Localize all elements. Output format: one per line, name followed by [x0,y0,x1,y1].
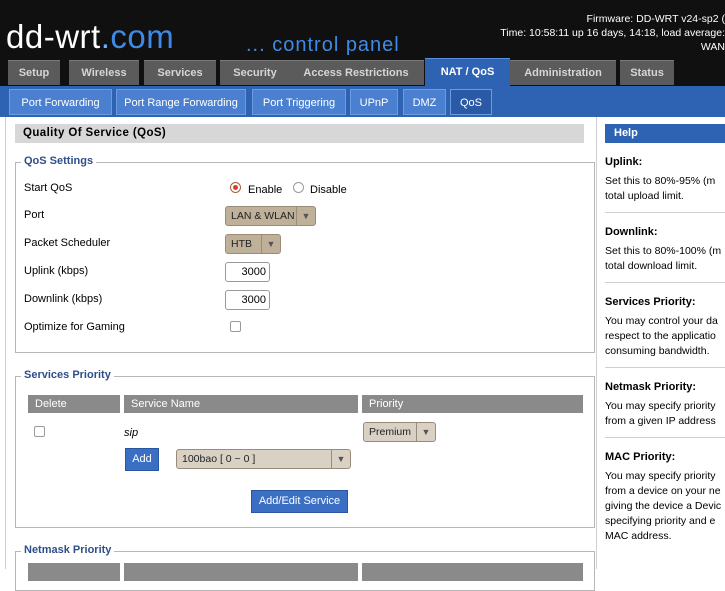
disable-label: Disable [310,184,347,196]
content-divider [596,117,597,569]
help-heading-uplink: Uplink: [605,156,643,168]
column-header-delete: Delete [28,395,120,413]
tab-administration[interactable]: Administration [510,60,616,85]
uplink-input[interactable]: 3000 [225,262,270,282]
delete-row-checkbox[interactable] [34,426,45,437]
control-panel-title: ... control panel [246,34,400,56]
column-header-priority: Priority [362,395,583,413]
port-label: Port [24,209,45,221]
service-name-cell: sip [124,427,139,439]
help-heading-services-priority: Services Priority: [605,296,696,308]
qos-settings-legend: QoS Settings [21,155,97,167]
chevron-down-icon: ▼ [296,207,315,225]
optimize-gaming-label: Optimize for Gaming [24,321,125,333]
help-heading-mac-priority: MAC Priority: [605,451,676,463]
tab-services[interactable]: Services [144,60,216,85]
packet-scheduler-select[interactable]: HTB ▼ [225,234,281,254]
tab-status[interactable]: Status [620,60,674,85]
help-text-uplink: Set this to 80%-95% (m total upload limi… [605,175,716,202]
qos-settings-fieldset: QoS Settings Start QoS Enable Disable Po… [15,155,595,353]
downlink-label: Downlink (kbps) [24,293,103,305]
wan-status: WAN [700,41,725,53]
chevron-down-icon: ▼ [261,235,280,253]
service-priority-select[interactable]: Premium ▼ [363,422,436,442]
firmware-info: Firmware: DD-WRT v24-sp2 ( Time: 10:58:1… [500,12,725,54]
subtab-dmz[interactable]: DMZ [403,89,446,115]
netmask-priority-legend: Netmask Priority [21,544,115,556]
downlink-input[interactable]: 3000 [225,290,270,310]
help-title: Help [605,124,725,143]
content-area: Quality Of Service (QoS) QoS Settings St… [0,117,725,591]
tab-access-restrictions[interactable]: Access Restrictions [288,60,424,85]
help-divider [605,282,725,283]
subtab-port-range-forwarding[interactable]: Port Range Forwarding [116,89,246,115]
sub-tab-bar: Port Forwarding Port Range Forwarding Po… [0,86,725,117]
help-divider [605,367,725,368]
netmask-column-header-3 [362,563,583,581]
optimize-gaming-checkbox[interactable] [230,321,241,332]
tab-security[interactable]: Security [220,60,290,85]
help-text-downlink: Set this to 80%-100% (m total download l… [605,245,722,272]
firmware-version: Firmware: DD-WRT v24-sp2 ( [586,13,725,25]
tab-wireless[interactable]: Wireless [69,60,139,85]
page-title: Quality Of Service (QoS) [15,124,584,143]
services-priority-legend: Services Priority [21,369,114,381]
tab-setup[interactable]: Setup [8,60,60,85]
help-heading-netmask-priority: Netmask Priority: [605,381,697,393]
start-qos-label: Start QoS [24,182,73,194]
netmask-column-header-2 [124,563,358,581]
start-qos-disable-radio[interactable] [293,182,304,193]
netmask-column-header-1 [28,563,120,581]
tab-nat-qos[interactable]: NAT / QoS [425,58,510,86]
services-priority-fieldset: Services Priority Delete Service Name Pr… [15,369,595,528]
ddwrt-logo: dd-wrt.com [6,18,175,55]
column-header-service-name: Service Name [124,395,358,413]
start-qos-enable-radio[interactable] [230,182,241,193]
help-divider [605,437,725,438]
packet-scheduler-label: Packet Scheduler [24,237,111,249]
subtab-port-triggering[interactable]: Port Triggering [252,89,346,115]
add-edit-service-button[interactable]: Add/Edit Service [251,490,348,513]
help-divider [605,212,725,213]
help-text-netmask-priority: You may specify priority from a given IP… [605,400,716,427]
port-select[interactable]: LAN & WLAN ▼ [225,206,316,226]
chevron-down-icon: ▼ [416,423,435,441]
help-heading-downlink: Downlink: [605,226,658,238]
header-bar: dd-wrt.com ... control panel Firmware: D… [0,0,725,91]
enable-label: Enable [248,184,283,196]
add-service-button[interactable]: Add [125,448,159,471]
chevron-down-icon: ▼ [331,450,350,468]
netmask-priority-fieldset: Netmask Priority [15,544,595,591]
subtab-qos[interactable]: QoS [450,89,492,115]
uplink-label: Uplink (kbps) [24,265,89,277]
help-text-services-priority: You may control your da respect to the a… [605,315,718,357]
uptime-text: Time: 10:58:11 up 16 days, 14:18, load a… [500,27,725,39]
help-text-mac-priority: You may specify priority from a device o… [605,470,722,542]
service-select[interactable]: 100bao [ 0 ~ 0 ] ▼ [176,449,351,469]
content-left-border [5,117,6,569]
subtab-port-forwarding[interactable]: Port Forwarding [9,89,112,115]
subtab-upnp[interactable]: UPnP [350,89,398,115]
